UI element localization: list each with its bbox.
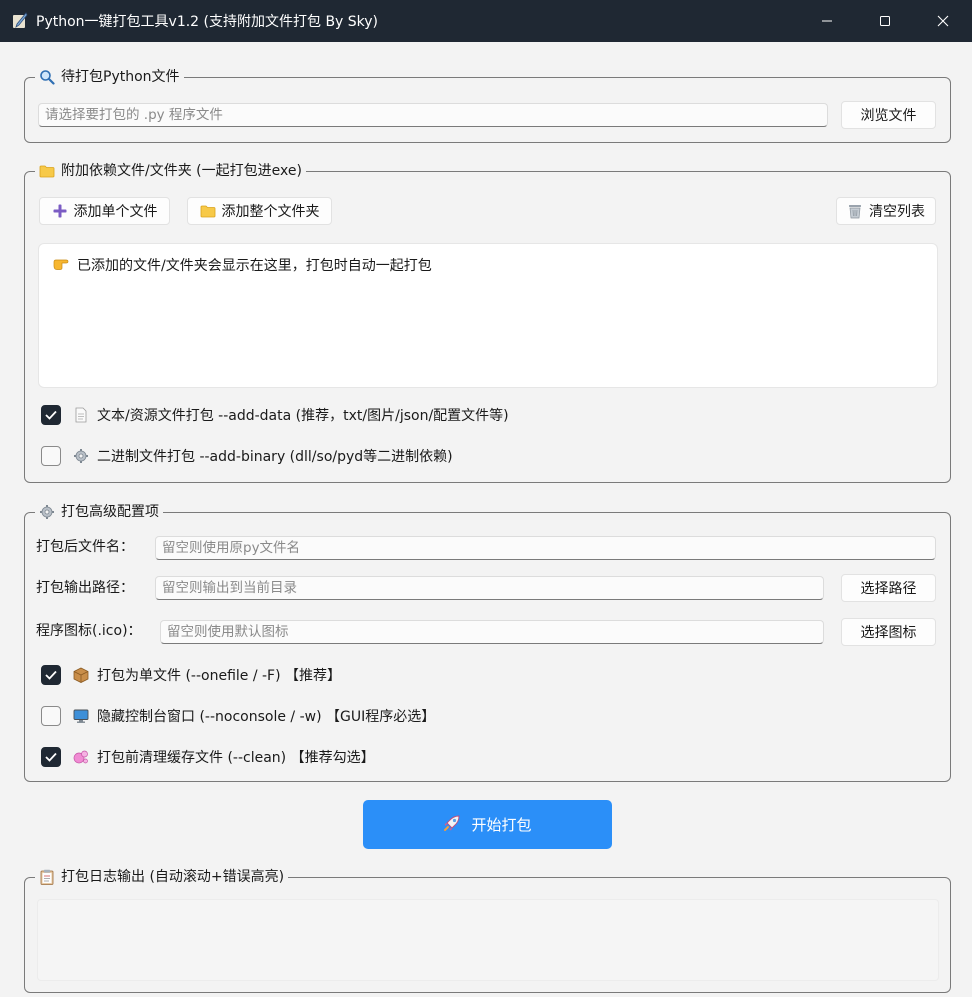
source-file-legend-text: 待打包Python文件 [61,69,180,85]
clean-label: 打包前清理缓存文件 (--clean) 【推荐勾选】 [97,750,375,766]
package-icon [73,667,89,683]
checkmark-icon [45,410,57,420]
close-icon [937,15,949,27]
folder-icon [200,203,216,219]
title-bar: Python一键打包工具v1.2 (支持附加文件打包 By Sky) [0,0,972,42]
select-icon-label: 选择图标 [860,625,917,641]
select-path-label: 选择路径 [860,581,917,597]
clean-checkbox[interactable] [41,747,61,767]
add-folder-button[interactable]: 添加整个文件夹 [187,197,332,225]
clear-list-button[interactable]: 清空列表 [836,197,936,225]
noconsole-checkbox[interactable] [41,706,61,726]
list-placeholder-hint: 已添加的文件/文件夹会显示在这里，打包时自动一起打包 [53,255,432,275]
program-icon-input[interactable] [160,620,824,644]
add-data-checkbox[interactable] [41,405,61,425]
log-output-group: 打包日志输出 (自动滚动+错误高亮) [24,867,951,993]
py-file-input[interactable] [38,103,828,127]
dependency-legend-text: 附加依赖文件/文件夹 (一起打包进exe) [61,163,302,179]
plus-icon [52,203,68,219]
onefile-checkbox[interactable] [41,665,61,685]
output-path-label: 打包输出路径： [36,580,134,596]
noconsole-option[interactable]: 隐藏控制台窗口 (--noconsole / -w) 【GUI程序必选】 [41,705,435,727]
log-legend: 打包日志输出 (自动滚动+错误高亮) [35,867,289,887]
wastebasket-icon [847,203,863,219]
pointing-hand-icon [53,255,69,275]
soap-bubbles-icon [73,749,89,765]
folder-icon [39,163,55,179]
gear-icon [39,504,55,520]
noconsole-label: 隐藏控制台窗口 (--noconsole / -w) 【GUI程序必选】 [97,709,436,725]
program-icon-label: 程序图标(.ico)： [36,623,142,639]
window-title: Python一键打包工具v1.2 (支持附加文件打包 By Sky) [36,14,379,30]
add-data-label: 文本/资源文件打包 --add-data (推荐，txt/图片/json/配置文… [97,408,509,424]
dependency-files-group: 附加依赖文件/文件夹 (一起打包进exe) 添加单个文件 添加整个文件夹 清空列… [24,161,951,483]
checkmark-icon [45,752,57,762]
monitor-icon [73,708,89,724]
browse-file-button[interactable]: 浏览文件 [841,101,936,129]
onefile-label: 打包为单文件 (--onefile / -F) 【推荐】 [97,668,342,684]
clean-option[interactable]: 打包前清理缓存文件 (--clean) 【推荐勾选】 [41,746,375,768]
maximize-icon [880,16,890,26]
add-data-option[interactable]: 文本/资源文件打包 --add-data (推荐，txt/图片/json/配置文… [41,404,509,426]
clipboard-icon [39,869,55,885]
start-packaging-label: 开始打包 [471,816,532,834]
minimize-icon [822,20,832,22]
select-icon-button[interactable]: 选择图标 [841,618,936,646]
dependency-legend: 附加依赖文件/文件夹 (一起打包进exe) [35,161,306,181]
document-icon [73,407,89,423]
add-single-file-button[interactable]: 添加单个文件 [39,197,170,225]
output-name-label: 打包后文件名： [36,539,134,555]
browse-file-label: 浏览文件 [860,108,917,124]
log-legend-text: 打包日志输出 (自动滚动+错误高亮) [61,869,285,885]
output-name-input[interactable] [155,536,936,560]
output-path-input[interactable] [155,576,824,600]
advanced-legend: 打包高级配置项 [35,502,163,522]
dependency-file-list[interactable]: 已添加的文件/文件夹会显示在这里，打包时自动一起打包 [38,243,938,388]
add-single-file-label: 添加单个文件 [73,204,158,220]
add-folder-label: 添加整个文件夹 [221,204,320,220]
advanced-legend-text: 打包高级配置项 [61,504,159,520]
add-binary-checkbox[interactable] [41,446,61,466]
source-file-legend: 待打包Python文件 [35,67,184,87]
add-binary-option[interactable]: 二进制文件打包 --add-binary (dll/so/pyd等二进制依赖) [41,445,453,467]
source-file-group: 待打包Python文件 浏览文件 [24,67,951,143]
advanced-options-group: 打包高级配置项 打包后文件名： 打包输出路径： 选择路径 程序图标(.ico)：… [24,502,951,782]
add-binary-label: 二进制文件打包 --add-binary (dll/so/pyd等二进制依赖) [97,449,453,465]
minimize-button[interactable] [798,0,856,42]
checkmark-icon [45,670,57,680]
maximize-button[interactable] [856,0,914,42]
start-packaging-button[interactable]: 开始打包 [363,800,612,849]
close-button[interactable] [914,0,972,42]
app-feather-icon [11,12,29,30]
select-path-button[interactable]: 选择路径 [841,574,936,602]
gear-icon [73,448,89,464]
clear-list-label: 清空列表 [869,204,925,220]
list-placeholder-text: 已添加的文件/文件夹会显示在这里，打包时自动一起打包 [77,258,432,274]
log-output-area[interactable] [37,899,939,981]
onefile-option[interactable]: 打包为单文件 (--onefile / -F) 【推荐】 [41,664,341,686]
rocket-icon [443,814,461,836]
magnifier-icon [39,69,55,85]
